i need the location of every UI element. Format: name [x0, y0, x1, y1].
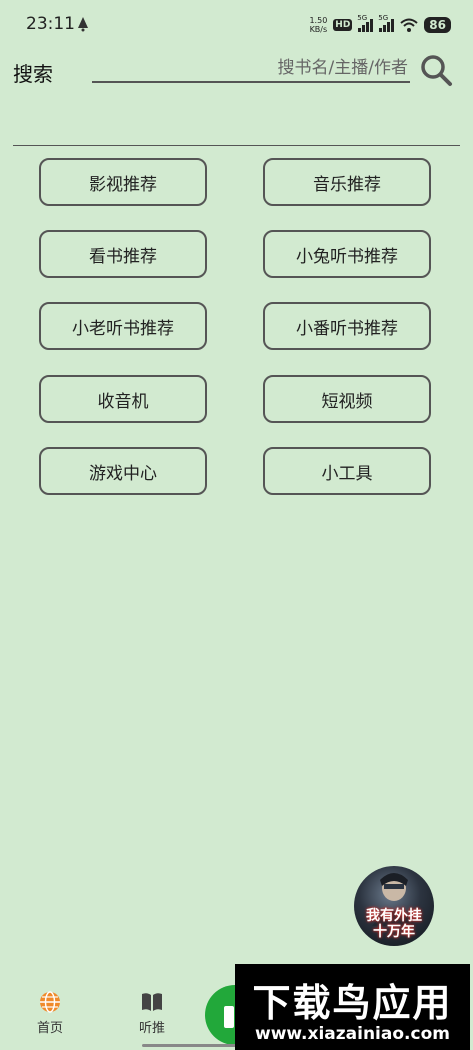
- watermark: 下载鸟应用 www.xiazainiao.com: [235, 964, 470, 1050]
- wifi-icon: [400, 18, 418, 32]
- nav-home[interactable]: 首页: [20, 990, 80, 1036]
- search-icon[interactable]: [418, 52, 454, 88]
- game-center-button[interactable]: 游戏中心: [39, 447, 207, 495]
- search-input[interactable]: [92, 55, 410, 83]
- movie-recommend-button[interactable]: 影视推荐: [39, 158, 207, 206]
- hd-badge: HD: [333, 19, 353, 31]
- xiaolao-audiobook-button[interactable]: 小老听书推荐: [39, 302, 207, 350]
- cover-title-line2: 十万年: [373, 924, 415, 940]
- book-icon: [142, 993, 162, 1011]
- short-video-button[interactable]: 短视频: [263, 375, 431, 423]
- center-action-icon: [224, 1006, 234, 1028]
- status-time: 23:11: [26, 14, 75, 34]
- cover-title-line1: 我有外挂: [366, 908, 422, 924]
- signal-icon: 5G: [357, 14, 374, 32]
- status-indicators: 1.50 KB/s HD 5G 5G 86: [309, 14, 451, 36]
- status-bar: 23:11 1.50 KB/s HD 5G 5G 86: [0, 0, 473, 50]
- watermark-title: 下载鸟应用: [252, 981, 453, 1025]
- nav-home-label: 首页: [36, 1021, 63, 1036]
- watermark-url: www.xiazainiao.com: [255, 1024, 450, 1044]
- search-label: 搜索: [13, 62, 53, 86]
- book-recommend-button[interactable]: 看书推荐: [39, 230, 207, 278]
- xiaotu-audiobook-button[interactable]: 小兔听书推荐: [263, 230, 431, 278]
- divider: [13, 145, 460, 146]
- notification-app-icon: [78, 17, 88, 32]
- radio-button[interactable]: 收音机: [39, 375, 207, 423]
- signal-icon: 5G: [378, 14, 395, 32]
- xiaofan-audiobook-button[interactable]: 小番听书推荐: [263, 302, 431, 350]
- net-speed: 1.50 KB/s: [309, 16, 328, 34]
- nav-listen-label: 听推: [138, 1021, 165, 1036]
- battery-icon: 86: [424, 17, 451, 33]
- tools-button[interactable]: 小工具: [263, 447, 431, 495]
- now-playing-cover[interactable]: 我有外挂 十万年: [354, 866, 434, 946]
- music-recommend-button[interactable]: 音乐推荐: [263, 158, 431, 206]
- globe-icon: [40, 991, 60, 1013]
- nav-listen[interactable]: 听推: [122, 990, 182, 1036]
